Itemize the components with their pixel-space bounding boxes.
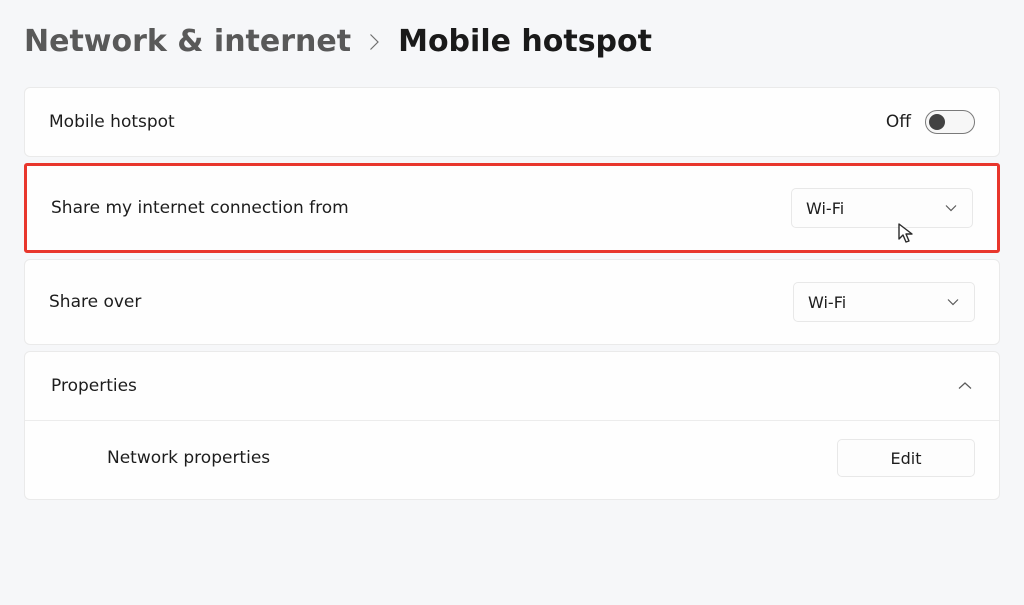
breadcrumb-current: Mobile hotspot <box>398 24 652 59</box>
edit-button[interactable]: Edit <box>837 439 975 477</box>
properties-header-label: Properties <box>51 376 137 396</box>
properties-card: Properties Network properties Edit <box>24 351 1000 500</box>
chevron-up-icon <box>957 381 973 391</box>
breadcrumb: Network & internet Mobile hotspot <box>24 24 1000 59</box>
chevron-down-icon <box>946 297 960 307</box>
hotspot-toggle-label: Mobile hotspot <box>49 112 175 132</box>
share-from-value: Wi-Fi <box>806 199 844 218</box>
hotspot-toggle-switch[interactable] <box>925 110 975 134</box>
breadcrumb-parent[interactable]: Network & internet <box>24 24 351 59</box>
chevron-down-icon <box>944 203 958 213</box>
chevron-right-icon <box>369 33 380 51</box>
share-over-card: Share over Wi-Fi <box>24 259 1000 345</box>
share-from-select[interactable]: Wi-Fi <box>791 188 973 228</box>
hotspot-toggle-card: Mobile hotspot Off <box>24 87 1000 157</box>
share-over-value: Wi-Fi <box>808 293 846 312</box>
share-from-card: Share my internet connection from Wi-Fi <box>24 163 1000 253</box>
share-over-label: Share over <box>49 292 141 312</box>
properties-expander[interactable]: Properties <box>25 352 999 421</box>
share-from-label: Share my internet connection from <box>51 198 349 218</box>
hotspot-toggle-state: Off <box>886 112 911 132</box>
toggle-knob <box>929 114 945 130</box>
share-over-select[interactable]: Wi-Fi <box>793 282 975 322</box>
network-properties-label: Network properties <box>49 448 270 468</box>
